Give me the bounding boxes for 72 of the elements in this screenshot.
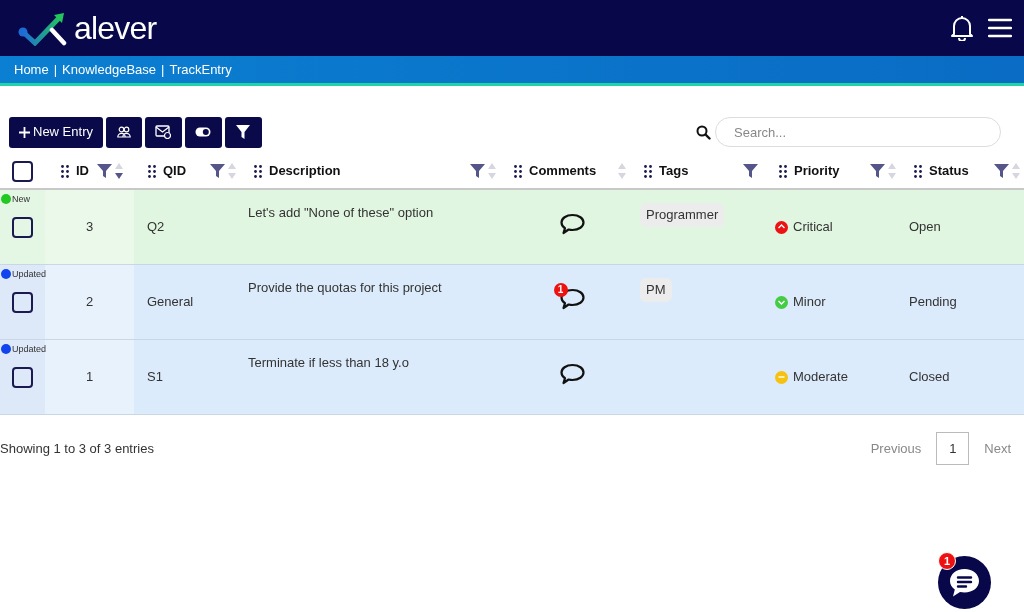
table-row[interactable]: Updated 2 General Provide the quotas for this project 1 PM Minor Pending	[0, 265, 1024, 340]
drag-handle-icon	[514, 164, 522, 178]
column-header[interactable]: ID	[76, 161, 89, 181]
row-status-label: New	[12, 194, 30, 204]
id-cell-text: 2	[85, 293, 94, 312]
row-checkbox[interactable]	[12, 217, 33, 238]
table-row[interactable]: Updated 1 S1 Terminate if less than 18 y.o Moderate Closed	[0, 340, 1024, 415]
plus-icon	[19, 126, 30, 138]
page-button[interactable]: 1	[936, 432, 970, 465]
comment-icon	[559, 212, 585, 235]
row-checkbox[interactable]	[12, 292, 33, 313]
logo-text: alever	[74, 10, 157, 46]
breadcrumb-separator: |	[161, 60, 165, 79]
description-cell: Provide the quotas for this project	[248, 280, 442, 295]
id-cell-text: 3	[85, 218, 94, 237]
column-header[interactable]: QID	[163, 161, 187, 181]
filter-button[interactable]	[224, 116, 262, 148]
chat-bubble-icon	[948, 567, 981, 598]
status-cell-text: Pending	[909, 293, 957, 312]
chat-notification-badge: 1	[938, 552, 956, 570]
id-cell-text: 1	[85, 368, 94, 387]
drag-handle-icon	[779, 164, 787, 178]
breadcrumb-separator: |	[53, 60, 58, 79]
drag-handle-icon	[148, 164, 156, 178]
column-header[interactable]: Tags	[659, 161, 689, 181]
notification-bell-icon[interactable]	[950, 15, 974, 41]
next-button[interactable]: Next	[980, 438, 1015, 459]
toggle-button[interactable]	[184, 116, 222, 148]
qid-cell-text: S1	[147, 368, 163, 387]
description-cell: Terminate if less than 18 y.o	[248, 355, 409, 370]
status-cell-text: Closed	[909, 368, 950, 387]
previous-button[interactable]: Previous	[866, 438, 926, 459]
priority-label: Minor	[793, 293, 826, 312]
mail-icon	[155, 125, 172, 139]
menu-icon[interactable]	[988, 18, 1012, 38]
breadcrumb-link[interactable]: Home	[14, 59, 49, 80]
row-checkbox[interactable]	[12, 367, 33, 388]
row-status-label: Updated	[12, 269, 47, 279]
mail-button[interactable]	[144, 116, 182, 148]
table-row[interactable]: New 3 Q2 Let's add "None of these" option Programmer Critical Open	[0, 190, 1024, 265]
tag-chip: PM	[640, 278, 672, 302]
select-all-checkbox[interactable]	[12, 160, 33, 182]
drag-handle-icon	[254, 164, 262, 178]
column-header[interactable]: Description	[269, 161, 341, 181]
chat-button[interactable]	[938, 556, 991, 609]
priority-label: Moderate	[793, 368, 848, 387]
users-icon	[116, 126, 131, 138]
row-status-label: Updated	[12, 344, 47, 354]
drag-handle-icon	[61, 164, 69, 178]
drag-handle-icon	[914, 164, 922, 178]
status-cell-text: Open	[909, 218, 941, 237]
new-entry-button[interactable]: New Entry	[9, 116, 103, 148]
search-icon	[696, 124, 711, 140]
column-header[interactable]: Status	[929, 161, 969, 181]
toggle-icon	[195, 127, 212, 137]
breadcrumb-link[interactable]: KnowledgeBase	[62, 59, 157, 80]
entries-info-text: Showing 1 to 3 of 3 entries	[0, 439, 154, 458]
comment-icon	[559, 287, 585, 310]
qid-cell-text: General	[147, 293, 194, 312]
column-header[interactable]: Comments	[529, 161, 597, 181]
search-field[interactable]: Search...	[715, 117, 1001, 147]
comment-icon	[559, 362, 585, 385]
comment-count-badge: 1	[553, 282, 568, 297]
description-cell: Let's add "None of these" option	[248, 205, 434, 220]
users-button[interactable]	[105, 116, 142, 148]
tag-chip: Programmer	[640, 203, 725, 227]
priority-label: Critical	[793, 218, 833, 237]
filter-icon	[236, 125, 251, 139]
column-header[interactable]: Priority	[794, 161, 840, 181]
breadcrumb-link[interactable]: TrackEntry	[169, 59, 232, 80]
qid-cell-text: Q2	[147, 218, 165, 237]
drag-handle-icon	[644, 164, 652, 178]
